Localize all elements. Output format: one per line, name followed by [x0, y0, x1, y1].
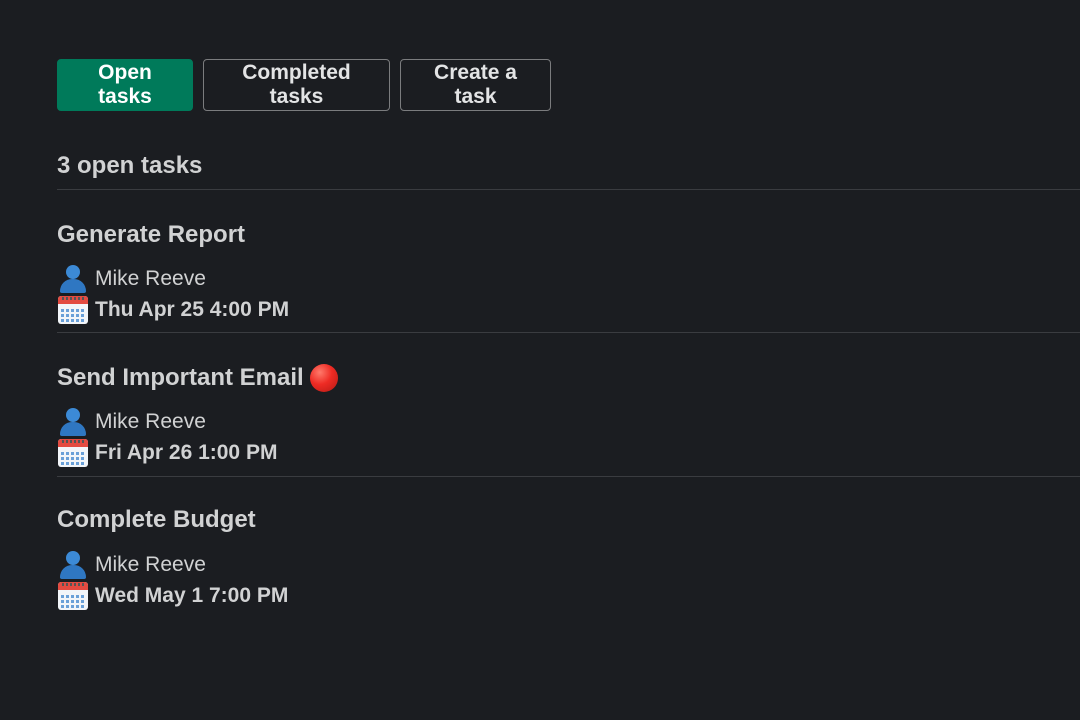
person-icon — [57, 549, 89, 580]
assignee-name: Mike Reeve — [95, 409, 206, 433]
due-date-text: Thu Apr 25 4:00 PM — [95, 297, 290, 321]
task-app: Open tasks Completed tasks Create a task… — [0, 0, 1080, 720]
task-title: Generate Report — [57, 219, 1057, 251]
divider — [57, 476, 1080, 477]
due-date-text: Wed May 1 7:00 PM — [95, 583, 289, 607]
open-tasks-button[interactable]: Open tasks — [57, 59, 193, 111]
person-icon — [57, 263, 89, 294]
task-assignee: Mike Reeve — [57, 406, 1057, 437]
person-icon — [57, 406, 89, 437]
task-title-text: Send Important Email — [57, 364, 304, 391]
task-item: Complete Budget Mike Reeve Wed May 1 7:0… — [57, 504, 1057, 611]
task-title-text: Generate Report — [57, 221, 246, 248]
task-title: Send Important Email — [57, 362, 1057, 394]
task-item: Generate Report Mike Reeve Thu Apr 25 4:… — [57, 219, 1057, 325]
open-tasks-count: 3 open tasks — [57, 152, 203, 179]
task-due-date: Wed May 1 7:00 PM — [57, 580, 1057, 611]
task-title-text: Complete Budget — [57, 506, 256, 533]
calendar-icon — [57, 580, 89, 611]
task-title: Complete Budget — [57, 504, 1057, 536]
task-assignee: Mike Reeve — [57, 263, 1057, 294]
task-item: Send Important Email Mike Reeve Fri Apr … — [57, 362, 1057, 468]
assignee-name: Mike Reeve — [95, 552, 206, 576]
task-assignee: Mike Reeve — [57, 549, 1057, 580]
calendar-icon — [57, 437, 89, 468]
assignee-name: Mike Reeve — [95, 266, 206, 290]
create-task-button[interactable]: Create a task — [400, 59, 551, 111]
completed-tasks-button[interactable]: Completed tasks — [203, 59, 390, 111]
divider — [57, 332, 1080, 333]
calendar-icon — [57, 294, 89, 325]
task-tabs: Open tasks Completed tasks Create a task — [57, 59, 551, 111]
red-circle-icon — [309, 364, 338, 392]
divider — [57, 189, 1080, 190]
task-due-date: Thu Apr 25 4:00 PM — [57, 294, 1057, 325]
task-due-date: Fri Apr 26 1:00 PM — [57, 437, 1057, 468]
due-date-text: Fri Apr 26 1:00 PM — [95, 440, 278, 464]
